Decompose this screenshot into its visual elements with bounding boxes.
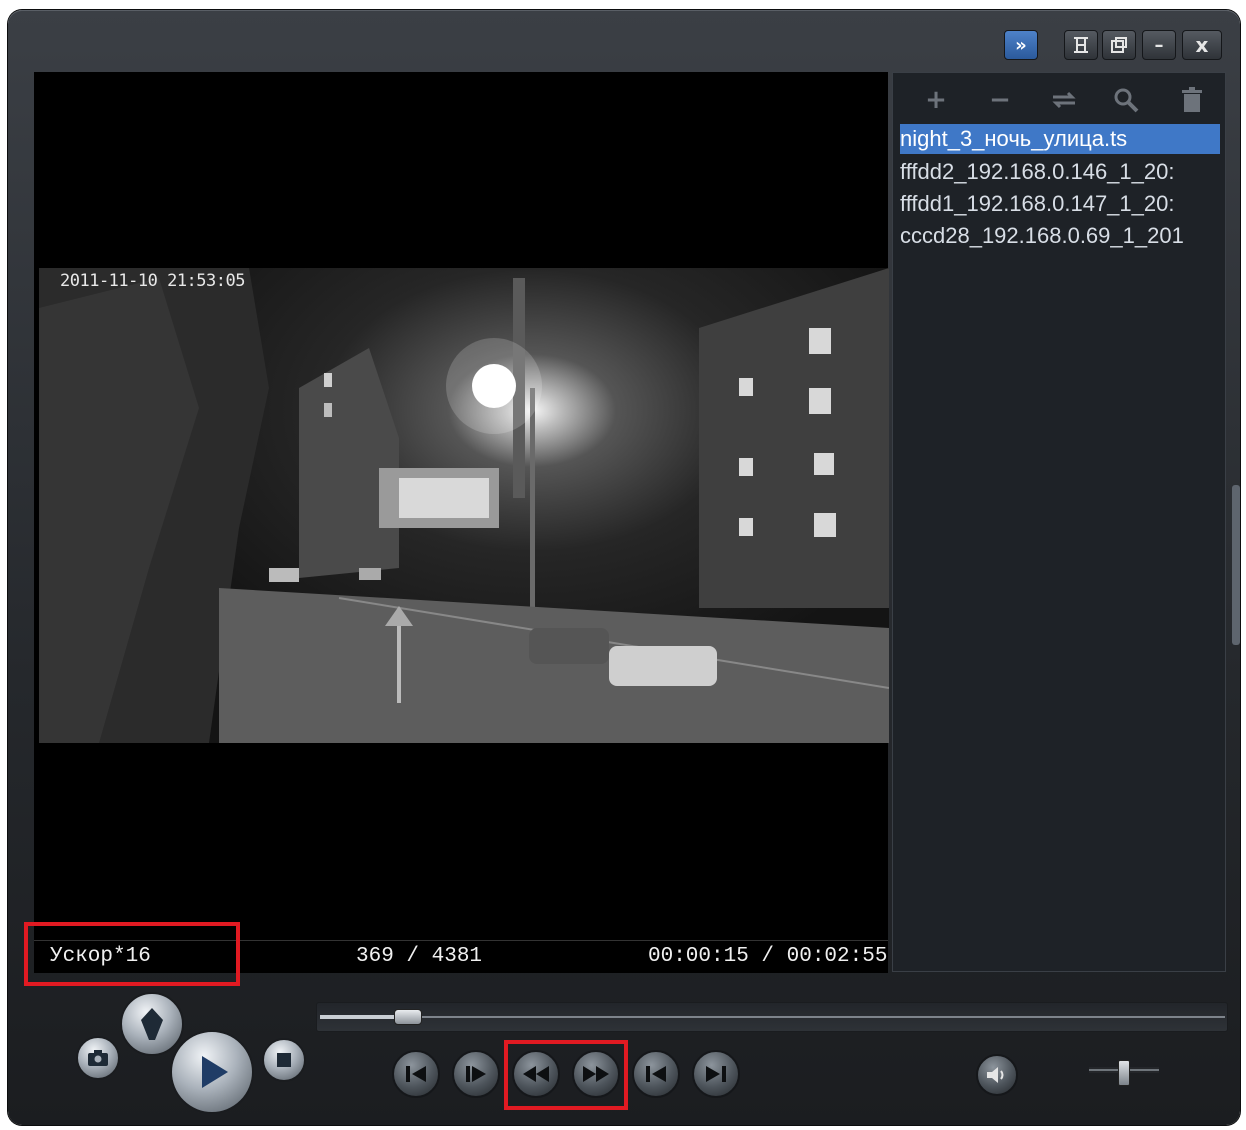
stop-button[interactable]	[262, 1038, 306, 1082]
repeat-glyph	[1052, 91, 1076, 109]
remove-icon[interactable]: −	[984, 84, 1016, 116]
video-timestamp-overlay: 2011-11-10 21:53:05	[60, 271, 245, 291]
fit-window-button[interactable]	[1064, 30, 1098, 60]
night-street-scene	[39, 268, 889, 743]
playlist-item[interactable]: night_3_ночь_улица.ts	[900, 124, 1220, 154]
previous-file-button[interactable]	[632, 1050, 680, 1098]
trash-glyph	[1182, 87, 1202, 112]
restore-button[interactable]	[1102, 30, 1136, 60]
time-counter: 00:00:15 / 00:02:55	[648, 945, 888, 968]
volume-thumb[interactable]	[1118, 1060, 1130, 1086]
menu-button[interactable]	[120, 992, 184, 1056]
restore-icon	[1111, 37, 1127, 53]
prev-frame-button[interactable]	[392, 1050, 440, 1098]
skip-forward-icon	[706, 1066, 726, 1082]
frame-counter: 369 / 4381	[356, 945, 483, 968]
stop-icon	[277, 1053, 291, 1067]
mute-button[interactable]	[976, 1054, 1018, 1096]
search-icon[interactable]	[1110, 84, 1142, 116]
step-forward-icon	[466, 1066, 486, 1082]
speed-highlight-box	[24, 922, 240, 986]
trash-icon[interactable]	[1176, 84, 1208, 116]
camera-icon	[88, 1050, 108, 1066]
playlist-item[interactable]: fffdd2_192.168.0.146_1_20:	[900, 157, 1220, 187]
add-icon[interactable]: +	[920, 84, 952, 116]
play-button[interactable]	[170, 1030, 254, 1114]
next-frame-button[interactable]	[452, 1050, 500, 1098]
video-frame	[39, 268, 889, 743]
playlist-toggle-button[interactable]: »	[1004, 30, 1038, 60]
seek-track-line	[320, 1016, 1225, 1018]
close-button[interactable]: x	[1182, 30, 1222, 60]
play-icon	[202, 1056, 228, 1088]
menu-icon	[141, 1008, 163, 1040]
snapshot-button[interactable]	[76, 1036, 120, 1080]
speed-buttons-highlight-box	[504, 1040, 628, 1110]
repeat-icon[interactable]	[1048, 84, 1080, 116]
minimize-button[interactable]: –	[1142, 30, 1176, 60]
skip-back-icon	[646, 1066, 666, 1082]
window-resize-handle[interactable]	[1232, 485, 1240, 645]
magnifier-glyph	[1114, 88, 1139, 113]
step-back-icon	[406, 1066, 426, 1082]
playlist-item[interactable]: fffdd1_192.168.0.147_1_20:	[900, 189, 1220, 219]
next-file-button[interactable]	[692, 1050, 740, 1098]
speaker-icon	[987, 1067, 1004, 1083]
seek-thumb[interactable]	[394, 1009, 422, 1025]
fit-window-icon	[1074, 37, 1088, 53]
playlist-item[interactable]: cccd28_192.168.0.69_1_201	[900, 221, 1220, 251]
